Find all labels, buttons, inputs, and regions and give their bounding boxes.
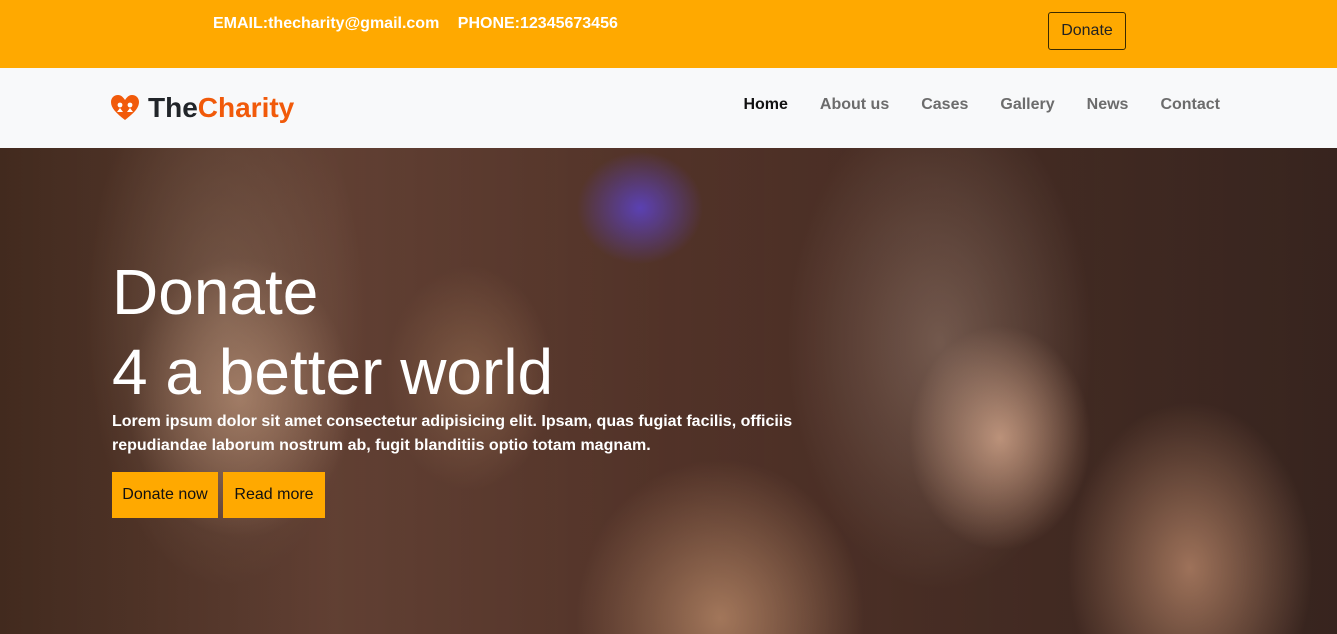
donate-now-button[interactable]: Donate now [112,472,218,518]
nav-item-news[interactable]: News [1087,96,1129,114]
hero-title-line2: 4 a better world [112,336,554,408]
brand-name-charity: Charity [197,92,295,123]
heart-hands-icon [110,94,140,122]
read-more-button[interactable]: Read more [223,472,325,518]
phone-text: PHONE:12345673456 [457,15,618,32]
hero-lead: Lorem ipsum dolor sit amet consectetur a… [112,413,793,454]
brand-logo[interactable]: The Charity [110,90,294,126]
navbar: The Charity Home About us Cases Gallery N… [0,68,1337,148]
main-nav: Home About us Cases Gallery News Contact [711,96,1220,114]
email-text: EMAIL:thecharity@gmail.com [213,15,440,32]
nav-item-cases[interactable]: Cases [921,96,968,114]
nav-item-gallery[interactable]: Gallery [1000,96,1054,114]
brand-name-the: The [148,92,198,123]
hero-banner: Donate 4 a better world Lorem ipsum dolo… [0,148,1337,634]
top-bar: EMAIL:thecharity@gmail.com PHONE:1234567… [0,0,1337,68]
nav-item-contact[interactable]: Contact [1160,96,1220,114]
donate-button[interactable]: Donate [1048,12,1126,50]
nav-item-home[interactable]: Home [743,96,787,114]
nav-item-about-us[interactable]: About us [820,96,889,114]
contact-info: EMAIL:thecharity@gmail.com PHONE:1234567… [213,15,618,33]
hero-title: Donate 4 a better world [112,252,553,412]
hero-title-line1: Donate [112,256,319,328]
